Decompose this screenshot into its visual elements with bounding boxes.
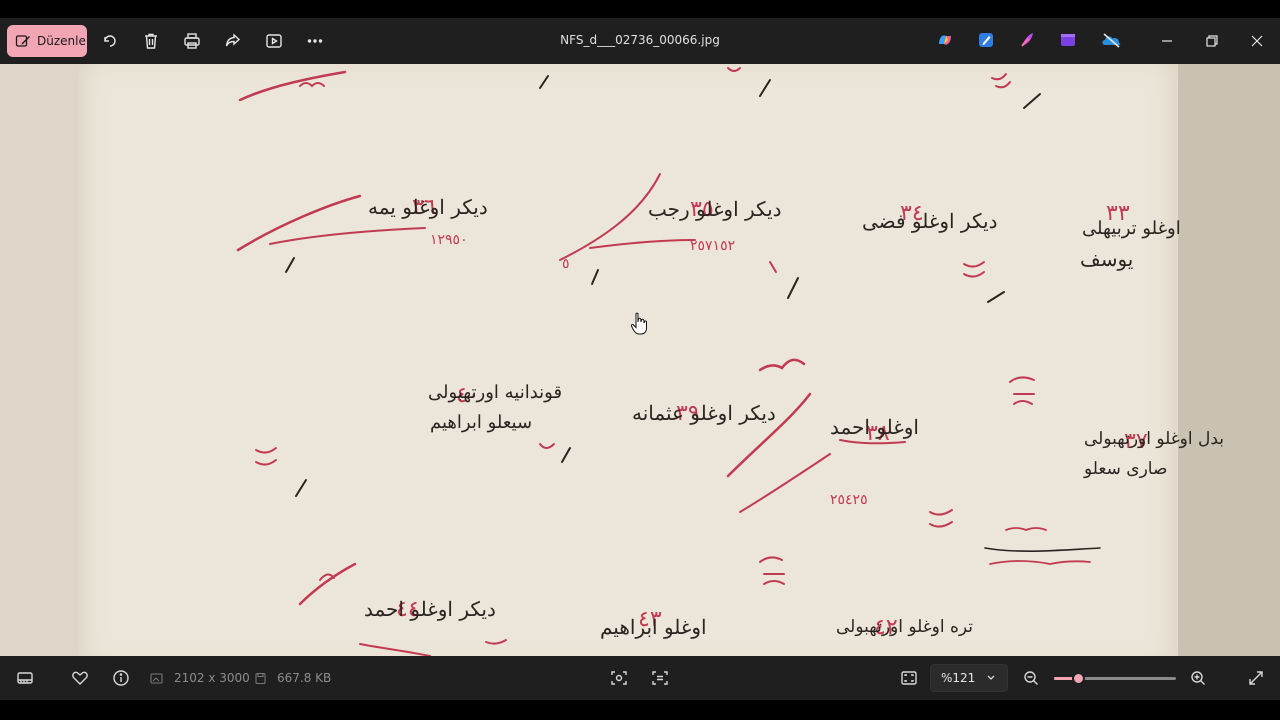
svg-text:تره اوغلو اورتهبولی: تره اوغلو اورتهبولی xyxy=(836,617,973,637)
close-button[interactable] xyxy=(1245,29,1269,53)
file-size: 667.8 KB xyxy=(277,671,332,685)
svg-text:٥: ٥ xyxy=(562,256,570,272)
share-icon[interactable] xyxy=(221,29,245,53)
svg-text:قوندانیه اورتهبولی: قوندانیه اورتهبولی xyxy=(428,382,562,403)
slideshow-icon[interactable] xyxy=(262,29,286,53)
print-icon[interactable] xyxy=(180,29,204,53)
svg-text:دیکر اوغلو فضی: دیکر اوغلو فضی xyxy=(862,209,997,233)
zoom-slider-thumb[interactable] xyxy=(1072,672,1086,685)
svg-text:١٢٩٥٠: ١٢٩٥٠ xyxy=(430,232,468,248)
svg-text:دیکر اوغلو احمد: دیکر اوغلو احمد xyxy=(364,597,496,621)
zoom-slider[interactable] xyxy=(1054,672,1176,685)
svg-text:اوغلو احمد: اوغلو احمد xyxy=(830,415,919,439)
edit-icon xyxy=(15,35,30,47)
svg-text:سیعلو ابراهیم: سیعلو ابراهیم xyxy=(430,412,532,433)
top-black-strip xyxy=(0,0,1280,18)
filmstrip-icon[interactable] xyxy=(13,666,37,690)
bottom-black-strip xyxy=(0,700,1280,720)
image-dimensions: 2102 x 3000 xyxy=(174,671,250,685)
filesize-icon xyxy=(255,672,266,685)
info-icon[interactable] xyxy=(109,666,133,690)
clipchamp-icon[interactable] xyxy=(1059,31,1077,49)
svg-text:٢٥٤٢٥: ٢٥٤٢٥ xyxy=(830,492,868,508)
zoom-dropdown[interactable]: %121 xyxy=(930,664,1008,692)
designer-icon[interactable] xyxy=(1018,31,1036,49)
status-bar: 2102 x 3000 667.8 KB %121 xyxy=(0,656,1280,700)
photos-edit-icon[interactable] xyxy=(977,31,995,49)
hand-cursor-icon xyxy=(630,312,647,335)
close-icon xyxy=(1251,35,1263,47)
onedrive-icon[interactable] xyxy=(1100,31,1122,49)
svg-text:٢٥٧١٥٢: ٢٥٧١٥٢ xyxy=(690,238,735,254)
svg-text:اوغلو تربیهلی: اوغلو تربیهلی xyxy=(1082,218,1181,239)
restore-icon xyxy=(1206,35,1218,47)
zoom-value: %121 xyxy=(941,671,976,685)
chevron-down-icon xyxy=(987,675,995,680)
minimize-button[interactable] xyxy=(1155,29,1179,53)
restore-button[interactable] xyxy=(1200,29,1224,53)
zoom-out-icon[interactable] xyxy=(1019,666,1043,690)
favorite-heart-icon[interactable] xyxy=(68,666,92,690)
svg-text:اوغلو ابراهیم: اوغلو ابراهیم xyxy=(600,615,707,639)
manuscript-image: ٣٦ دیکر اوغلو یمه ١٢٩٥٠ ٣٥ دیکر اوغلو رج… xyxy=(236,67,1224,656)
svg-text:یوسف: یوسف xyxy=(1080,247,1133,271)
svg-text:صاری سعلو: صاری سعلو xyxy=(1083,459,1167,479)
more-icon[interactable] xyxy=(303,29,327,53)
fullscreen-icon[interactable] xyxy=(1244,666,1268,690)
svg-text:دیکر اوغلو رجب: دیکر اوغلو رجب xyxy=(648,197,782,221)
copilot-icon[interactable] xyxy=(936,31,954,49)
svg-text:دیکر اوغلو یمه: دیکر اوغلو یمه xyxy=(368,195,488,219)
edit-button[interactable]: Düzenle xyxy=(7,25,87,57)
rotate-icon[interactable] xyxy=(98,29,122,53)
fit-to-window-icon[interactable] xyxy=(897,666,921,690)
delete-icon[interactable] xyxy=(139,29,163,53)
image-canvas[interactable]: ٣٦ دیکر اوغلو یمه ١٢٩٥٠ ٣٥ دیکر اوغلو رج… xyxy=(0,64,1280,656)
svg-text:بدل اوغلو اورتهبولی: بدل اوغلو اورتهبولی xyxy=(1084,429,1224,449)
minimize-icon xyxy=(1162,40,1172,42)
title-bar: Düzenle NFS_d___02736_00066.jpg xyxy=(0,18,1280,64)
text-scan-icon[interactable] xyxy=(648,666,672,690)
svg-text:دیکر اوغلو عثمانه: دیکر اوغلو عثمانه xyxy=(632,401,776,425)
zoom-in-icon[interactable] xyxy=(1186,666,1210,690)
visual-search-icon[interactable] xyxy=(607,666,631,690)
dimensions-icon xyxy=(150,673,163,684)
edit-button-label: Düzenle xyxy=(37,34,86,48)
